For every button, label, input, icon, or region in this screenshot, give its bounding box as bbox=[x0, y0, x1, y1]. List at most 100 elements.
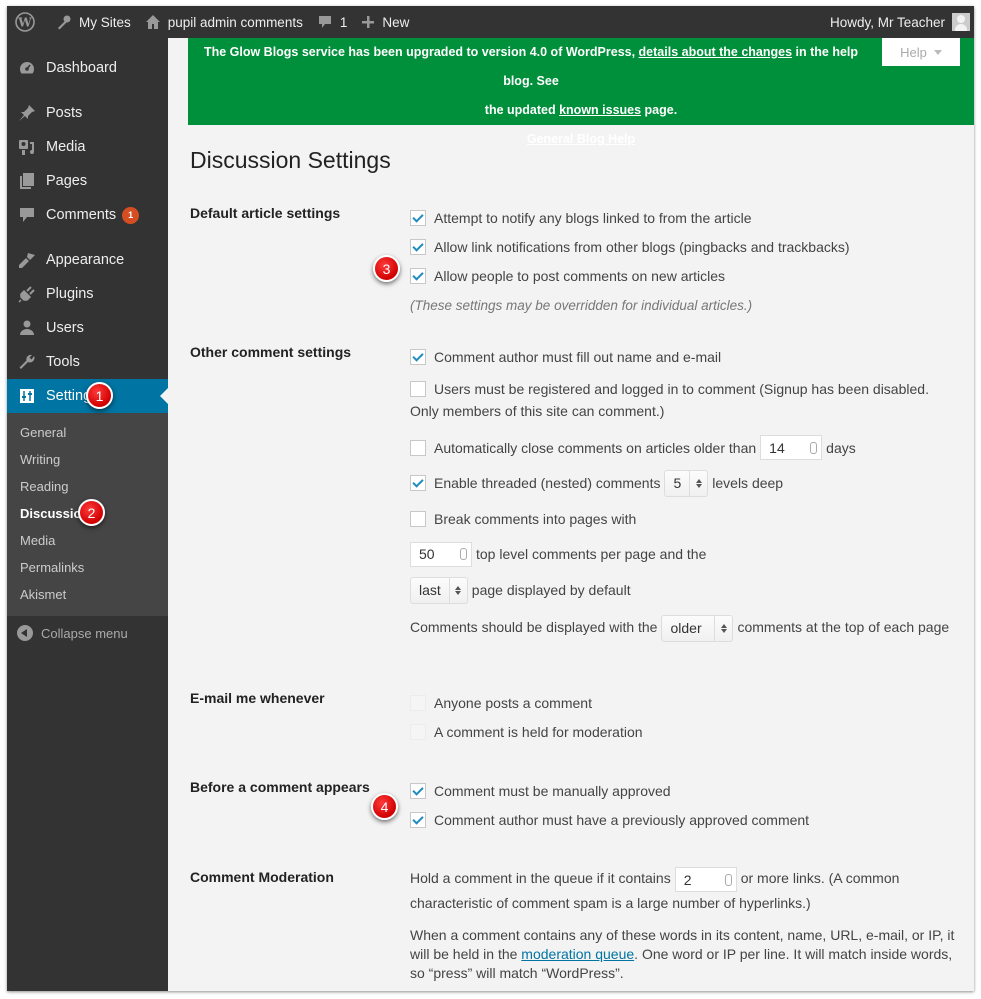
allow-comments-checkbox[interactable] bbox=[410, 267, 426, 284]
spinner-icon[interactable] bbox=[460, 548, 467, 560]
sidebar-item-media[interactable]: Media bbox=[7, 130, 168, 164]
option-label: Hold a comment in the queue if it contai… bbox=[410, 870, 671, 887]
row-label: Comment Moderation bbox=[190, 869, 334, 885]
plus-icon bbox=[362, 16, 375, 28]
site-name-label: pupil admin comments bbox=[167, 14, 303, 30]
collapse-arrow-icon bbox=[17, 625, 33, 641]
sidebar-item-posts[interactable]: Posts bbox=[7, 96, 168, 130]
threaded-checkbox[interactable] bbox=[410, 475, 426, 491]
moderation-words-text: When a comment contains any of these wor… bbox=[410, 926, 955, 983]
author-fill-checkbox[interactable] bbox=[410, 348, 426, 365]
upgrade-notice: The Glow Blogs service has been upgraded… bbox=[188, 38, 974, 146]
wp-logo-menu[interactable]: W bbox=[7, 6, 49, 38]
option-label: page displayed by default bbox=[471, 582, 631, 598]
submenu-reading[interactable]: Reading bbox=[7, 474, 168, 501]
step-marker-3: 3 bbox=[373, 255, 400, 282]
sidebar-item-plugins[interactable]: Plugins bbox=[7, 277, 168, 311]
option-label: top level comments per page and the bbox=[476, 546, 707, 562]
sidebar-label: Media bbox=[46, 139, 86, 155]
default-page-select[interactable]: last bbox=[410, 576, 468, 604]
svg-text:W: W bbox=[17, 16, 32, 30]
submenu-media[interactable]: Media bbox=[7, 528, 168, 555]
moderation-queue-link[interactable]: moderation queue bbox=[521, 946, 634, 962]
submenu-akismet[interactable]: Akismet bbox=[7, 582, 168, 609]
avatar-icon bbox=[952, 13, 970, 31]
step-marker-2: 2 bbox=[78, 499, 105, 526]
new-content-menu[interactable]: New bbox=[354, 6, 416, 38]
key-icon bbox=[58, 15, 71, 30]
notify-blogs-checkbox[interactable] bbox=[410, 209, 426, 226]
collapse-menu-button[interactable]: Collapse menu bbox=[7, 616, 168, 650]
my-account-menu[interactable]: Howdy, Mr Teacher bbox=[823, 6, 974, 38]
select-arrows-icon bbox=[714, 615, 732, 641]
option-label: Users must be registered and logged in t… bbox=[410, 381, 929, 419]
option-label: Comment author must fill out name and e-… bbox=[434, 348, 722, 365]
my-sites-label: My Sites bbox=[79, 14, 131, 30]
previously-approved-checkbox[interactable] bbox=[410, 811, 426, 828]
submenu-writing[interactable]: Writing bbox=[7, 447, 168, 474]
registered-checkbox[interactable] bbox=[410, 381, 426, 397]
input-value: 50 bbox=[419, 546, 435, 562]
break-pages-checkbox[interactable] bbox=[410, 511, 426, 527]
admin-bar: W My Sites pupil admin comments 1 New Ho… bbox=[7, 6, 974, 38]
row-label: Default article settings bbox=[190, 205, 341, 221]
email-me-fields: Anyone posts a comment A comment is held… bbox=[410, 688, 955, 746]
site-name-menu[interactable]: pupil admin comments bbox=[138, 6, 310, 38]
main-content: Discussion Settings Default article sett… bbox=[190, 125, 970, 981]
chevron-down-icon bbox=[933, 49, 942, 55]
settings-icon bbox=[17, 386, 37, 406]
comments-menu[interactable]: 1 bbox=[310, 6, 355, 38]
notice-line-1: The Glow Blogs service has been upgraded… bbox=[188, 38, 974, 96]
sidebar-label: Pages bbox=[46, 173, 88, 189]
help-tab-button[interactable]: Help bbox=[882, 38, 960, 66]
row-label: Before a comment appears bbox=[190, 779, 370, 795]
browser-window: W My Sites pupil admin comments 1 New Ho… bbox=[7, 6, 974, 991]
before-appears-fields: Comment must be manually approved Commen… bbox=[410, 776, 955, 834]
hold-links-text: Hold a comment in the queue if it contai… bbox=[410, 867, 955, 914]
sidebar-label: Tools bbox=[46, 354, 80, 370]
comment-bubble-icon bbox=[318, 16, 331, 28]
option-label: Comments should be displayed with the bbox=[410, 619, 658, 635]
user-icon bbox=[17, 318, 37, 338]
default-article-fields: Attempt to notify any blogs linked to fr… bbox=[410, 203, 955, 320]
collapse-label: Collapse menu bbox=[41, 625, 128, 641]
notice-line-2: the updated known issues page. bbox=[188, 96, 974, 125]
wrench-icon bbox=[17, 352, 37, 372]
input-value: 2 bbox=[683, 871, 692, 888]
sidebar-item-tools[interactable]: Tools bbox=[7, 345, 168, 379]
sidebar-item-dashboard[interactable]: Dashboard bbox=[7, 51, 168, 85]
option-label: days bbox=[826, 439, 856, 456]
plugin-icon bbox=[17, 284, 37, 304]
input-value: 14 bbox=[769, 439, 785, 456]
sidebar-item-pages[interactable]: Pages bbox=[7, 164, 168, 198]
sidebar-label: Dashboard bbox=[46, 60, 117, 76]
manual-approve-checkbox[interactable] bbox=[410, 782, 426, 799]
submenu-permalinks[interactable]: Permalinks bbox=[7, 555, 168, 582]
sidebar-label: Comments bbox=[46, 207, 117, 223]
comment-order-select[interactable]: older bbox=[661, 614, 734, 642]
my-sites-menu[interactable]: My Sites bbox=[49, 6, 138, 38]
sidebar-item-appearance[interactable]: Appearance bbox=[7, 243, 168, 277]
email-anyone-posts-checkbox[interactable] bbox=[410, 694, 426, 711]
pingbacks-checkbox[interactable] bbox=[410, 238, 426, 255]
known-issues-link[interactable]: known issues bbox=[559, 103, 641, 117]
option-label: Attempt to notify any blogs linked to fr… bbox=[434, 209, 752, 226]
per-page-input[interactable]: 50 bbox=[410, 541, 472, 567]
auto-close-checkbox[interactable] bbox=[410, 439, 426, 456]
hold-links-input[interactable]: 2 bbox=[674, 867, 737, 892]
option-label: Anyone posts a comment bbox=[434, 694, 592, 711]
spinner-icon[interactable] bbox=[810, 441, 818, 454]
option-label: Allow link notifications from other blog… bbox=[434, 238, 850, 255]
submenu-general[interactable]: General bbox=[7, 420, 168, 447]
thread-depth-select[interactable]: 5 bbox=[664, 469, 709, 497]
details-changes-link[interactable]: details about the changes bbox=[639, 45, 793, 59]
page-title: Discussion Settings bbox=[190, 147, 391, 173]
sidebar-item-users[interactable]: Users bbox=[7, 311, 168, 345]
sidebar-item-comments[interactable]: Comments 1 bbox=[7, 198, 168, 232]
moderation-fields: Hold a comment in the queue if it contai… bbox=[410, 867, 955, 983]
sidebar-label: Plugins bbox=[46, 286, 94, 302]
email-held-moderation-checkbox[interactable] bbox=[410, 723, 426, 740]
close-days-input[interactable]: 14 bbox=[760, 435, 823, 460]
spinner-icon[interactable] bbox=[724, 873, 732, 886]
wordpress-logo-icon: W bbox=[15, 12, 35, 32]
